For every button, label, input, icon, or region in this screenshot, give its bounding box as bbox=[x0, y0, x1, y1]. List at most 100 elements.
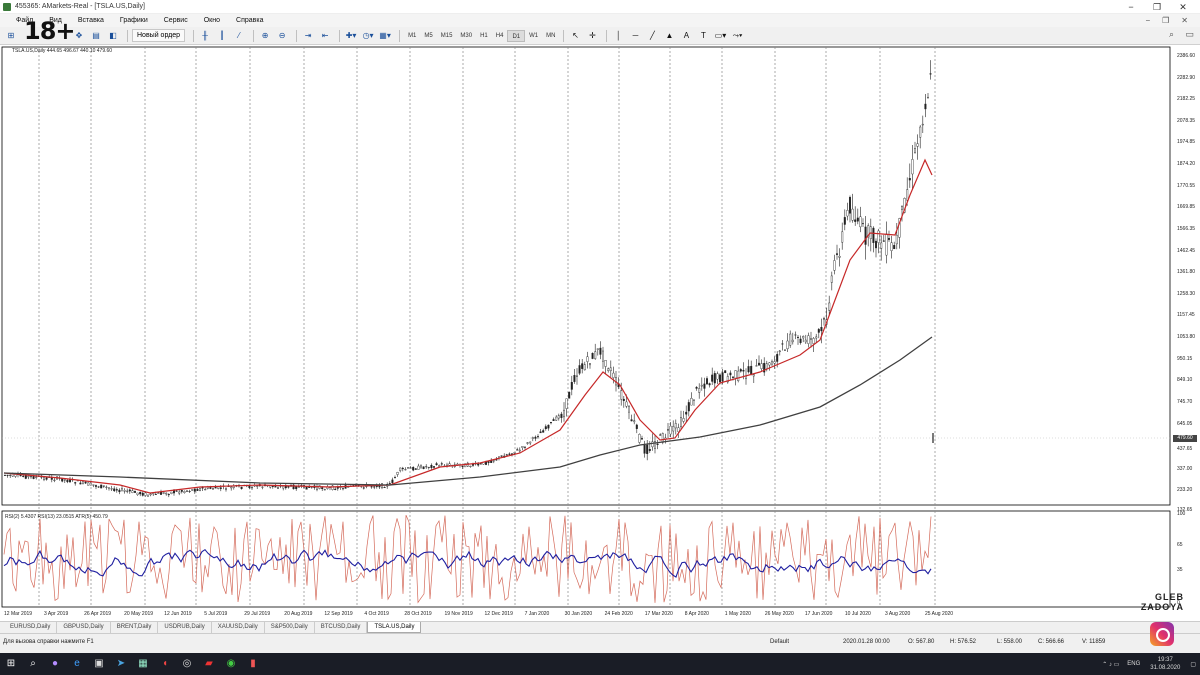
child-restore-icon[interactable]: ❐ bbox=[1156, 14, 1175, 27]
candle-body bbox=[188, 491, 191, 493]
candle-body bbox=[63, 479, 66, 481]
candle-body bbox=[786, 340, 789, 350]
new-order-button[interactable]: Новый ордер bbox=[132, 29, 186, 42]
timeframe-d1[interactable]: D1 bbox=[507, 29, 526, 42]
maximize-icon[interactable]: ❐ bbox=[1144, 0, 1170, 14]
tray-language[interactable]: ENG bbox=[1123, 661, 1144, 667]
timeframe-mn[interactable]: MN bbox=[542, 30, 559, 42]
candle-body bbox=[586, 356, 589, 362]
menu-charts[interactable]: Графики bbox=[112, 17, 156, 24]
tab-xauusd[interactable]: XAUUSD,Daily bbox=[212, 622, 265, 633]
menu-insert[interactable]: Вставка bbox=[70, 17, 112, 24]
child-close-icon[interactable]: ✕ bbox=[1175, 14, 1194, 27]
candle-body bbox=[183, 491, 186, 493]
chat-icon[interactable]: ▭ bbox=[1185, 29, 1194, 40]
arrow-tool-icon[interactable]: ▭▾ bbox=[713, 29, 727, 43]
candle-body bbox=[810, 338, 813, 340]
tab-eurusd[interactable]: EURUSD,Daily bbox=[4, 622, 58, 633]
minimize-icon[interactable]: − bbox=[1118, 0, 1144, 14]
notifications-icon[interactable]: ▢ bbox=[1186, 661, 1200, 668]
zoom-in-icon[interactable]: ⊕ bbox=[258, 29, 272, 43]
chrome-icon[interactable]: ◉ bbox=[220, 653, 242, 675]
templates-icon[interactable]: ▦▾ bbox=[378, 29, 392, 43]
candle-body bbox=[693, 399, 696, 401]
menu-help[interactable]: Справка bbox=[228, 17, 271, 24]
metatrader-icon[interactable]: ▮ bbox=[242, 653, 264, 675]
menu-window[interactable]: Окно bbox=[196, 17, 228, 24]
search-icon[interactable]: ⌕ bbox=[1169, 29, 1174, 40]
tab-gbpusd[interactable]: GBPUSD,Daily bbox=[57, 622, 111, 633]
candle-body bbox=[791, 339, 794, 343]
tab-usdrub[interactable]: USDRUB,Daily bbox=[158, 622, 212, 633]
timeframe-m30[interactable]: M30 bbox=[456, 30, 476, 42]
cursor-icon[interactable]: ↖ bbox=[568, 29, 582, 43]
calculator-icon[interactable]: ▦ bbox=[132, 653, 154, 675]
timeframe-h1[interactable]: H1 bbox=[476, 30, 492, 42]
close-icon[interactable]: ✕ bbox=[1170, 0, 1196, 14]
timeframe-m1[interactable]: M1 bbox=[404, 30, 420, 42]
price-chart-svg[interactable] bbox=[0, 45, 1200, 621]
pdf-app-icon[interactable]: ▰ bbox=[198, 653, 220, 675]
indicators-icon[interactable]: ✚▾ bbox=[344, 29, 358, 43]
edge-browser-icon[interactable]: e bbox=[66, 653, 88, 675]
candle-body bbox=[430, 464, 433, 468]
candle-body bbox=[924, 103, 927, 110]
trend-line-icon[interactable]: ╱ bbox=[645, 29, 659, 43]
candle-body bbox=[240, 486, 243, 489]
toolbar: ⊞ ✥ ▤ ◧ Новый ордер ╫ ┃ ⁄ ⊕ ⊖ ⇥ ⇤ ✚▾ ◷▾ … bbox=[0, 27, 1200, 45]
menu-tools[interactable]: Сервис bbox=[156, 17, 196, 24]
age-badge: 18+ bbox=[24, 17, 76, 45]
chart-shift-icon[interactable]: ⇤ bbox=[318, 29, 332, 43]
folder-icon[interactable]: ▤ bbox=[89, 29, 103, 43]
tab-btcusd[interactable]: BTCUSD,Daily bbox=[315, 622, 368, 633]
bar-chart-icon[interactable]: ╫ bbox=[198, 29, 212, 43]
status-help-text: Для вызова справки нажмите F1 bbox=[3, 639, 94, 645]
app-circle-icon[interactable]: ● bbox=[44, 653, 66, 675]
tab-sp500[interactable]: S&P500,Daily bbox=[265, 622, 315, 633]
tray-clock[interactable]: 19:37 31.08.2020 bbox=[1144, 656, 1186, 672]
text-tool-icon[interactable]: A bbox=[679, 29, 693, 43]
periods-icon[interactable]: ◷▾ bbox=[361, 29, 375, 43]
candle-chart-icon[interactable]: ┃ bbox=[215, 29, 229, 43]
crosshair-icon[interactable]: ✛ bbox=[585, 29, 599, 43]
tray-icons[interactable]: ⌃ ♪ ▭ bbox=[1098, 661, 1123, 668]
candle-body bbox=[30, 476, 33, 478]
candle-body bbox=[625, 401, 628, 407]
magnet-app-icon[interactable]: ◖ bbox=[154, 653, 176, 675]
timeframe-w1[interactable]: W1 bbox=[525, 30, 542, 42]
timeframe-h4[interactable]: H4 bbox=[492, 30, 508, 42]
shapes-tool-icon[interactable]: ⤳▾ bbox=[730, 29, 744, 43]
label-tool-icon[interactable]: T bbox=[696, 29, 710, 43]
tab-brent[interactable]: BRENT,Daily bbox=[111, 622, 159, 633]
steering-app-icon[interactable]: ◎ bbox=[176, 653, 198, 675]
candle-body bbox=[578, 365, 581, 374]
telegram-icon[interactable]: ➤ bbox=[110, 653, 132, 675]
candle-body bbox=[557, 415, 560, 419]
candle-body bbox=[846, 210, 849, 217]
chart-area[interactable]: TSLA.US,Daily 444.65 496.67 440.10 479.6… bbox=[0, 45, 1200, 621]
new-chart-icon[interactable]: ⊞ bbox=[4, 29, 18, 43]
channel-icon[interactable]: ▲ bbox=[662, 29, 676, 43]
candle-body bbox=[760, 363, 763, 369]
candle-body bbox=[469, 465, 472, 468]
candle-body bbox=[669, 425, 672, 435]
timeframe-m15[interactable]: M15 bbox=[437, 30, 457, 42]
autoscroll-icon[interactable]: ⇥ bbox=[301, 29, 315, 43]
candle-body bbox=[778, 350, 781, 353]
navigator-icon[interactable]: ◧ bbox=[106, 29, 120, 43]
candle-body bbox=[594, 351, 597, 359]
price-axis-label: 1874.20 bbox=[1177, 161, 1196, 168]
tab-tsla[interactable]: TSLA.US,Daily bbox=[367, 622, 422, 633]
horizontal-line-icon[interactable]: ─ bbox=[628, 29, 642, 43]
line-chart-icon[interactable]: ⁄ bbox=[232, 29, 246, 43]
store-icon[interactable]: ▣ bbox=[88, 653, 110, 675]
child-minimize-icon[interactable]: − bbox=[1139, 14, 1156, 27]
timeframe-m5[interactable]: M5 bbox=[420, 30, 436, 42]
zoom-out-icon[interactable]: ⊖ bbox=[275, 29, 289, 43]
search-taskbar-icon[interactable]: ⌕ bbox=[22, 653, 44, 675]
vertical-line-icon[interactable]: │ bbox=[611, 29, 625, 43]
windows-start-icon[interactable]: ⊞ bbox=[0, 653, 22, 675]
status-low: L: 558.00 bbox=[997, 639, 1023, 645]
candle-body bbox=[799, 338, 802, 343]
status-profile[interactable]: Default bbox=[770, 639, 789, 645]
